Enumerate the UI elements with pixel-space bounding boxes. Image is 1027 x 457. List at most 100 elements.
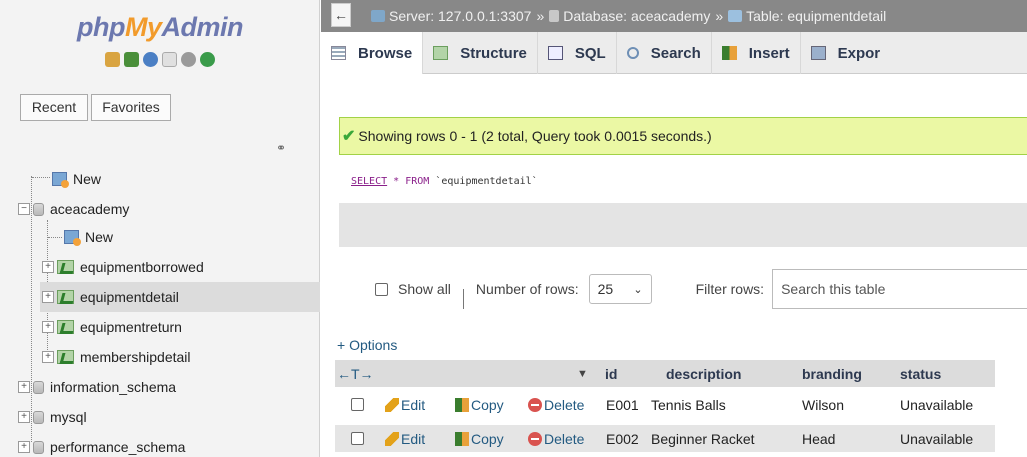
options-link[interactable]: + Options [337,337,397,353]
pencil-icon [385,431,399,446]
table-tabs: Browse Structure SQL Search Insert Expor [321,32,1027,74]
expand-icon[interactable]: + [18,411,30,423]
row-checkbox[interactable] [351,398,364,411]
table-icon [728,10,743,22]
cell-id: E001 [606,396,639,413]
show-all-label: Show all [398,281,451,297]
checkmark-icon: ✔ [342,128,356,145]
table-row: Edit Copy Delete E001 Tennis Balls Wilso… [335,391,995,418]
pencil-icon [385,397,399,412]
tab-export[interactable]: Expor [801,32,891,74]
breadcrumb-table[interactable]: Table: equipmentdetail [746,8,886,24]
reload-icon[interactable] [200,52,215,67]
tree-item-new-table[interactable]: New [48,222,113,252]
table-icon [57,290,74,304]
column-header-description[interactable]: description [666,360,741,387]
database-icon [33,202,44,216]
tree-item-mysql[interactable]: + mysql [18,402,87,432]
tree-item-membershipdetail[interactable]: + membershipdetail [42,342,191,372]
main-panel: ← Server: 127.0.0.1:3307 » Database: ace… [321,0,1027,457]
structure-icon [433,46,449,60]
browse-icon [331,46,346,60]
logout-icon[interactable] [124,52,139,67]
delete-link[interactable]: Delete [528,391,584,418]
copy-icon [455,431,469,446]
filter-label: Filter rows: [695,281,765,297]
tab-search[interactable]: Search [617,32,712,74]
tab-browse[interactable]: Browse [321,32,424,74]
phpmyadmin-logo[interactable]: phpMyAdmin [0,12,320,43]
table-header-row: ←T→ ▼ id description branding status [335,360,995,387]
breadcrumb: Server: 127.0.0.1:3307 » Database: aceac… [371,0,886,32]
database-icon [549,10,560,22]
top-breadcrumb-bar: ← Server: 127.0.0.1:3307 » Database: ace… [321,0,1027,32]
copy-link[interactable]: Copy [455,425,504,452]
sort-dropdown-icon[interactable]: ▼ [577,360,588,387]
recent-button[interactable]: Recent [20,94,88,121]
column-header-id[interactable]: id [605,360,617,387]
navigation-sidebar: phpMyAdmin Recent Favorites ⚭ New − acea… [0,0,320,457]
cell-description: Tennis Balls [651,396,726,413]
docs-icon[interactable] [162,52,177,67]
column-header-status[interactable]: status [900,360,941,387]
delete-link[interactable]: Delete [528,425,584,452]
filter-rows-input[interactable]: Search this table [772,269,1027,309]
expand-icon[interactable]: + [42,291,54,303]
expand-icon[interactable]: + [42,261,54,273]
tree-item-new[interactable]: New [32,164,101,194]
sql-select-keyword[interactable]: SELECT [351,176,387,187]
home-icon[interactable] [105,52,120,67]
sql-icon [547,46,563,60]
tab-sql[interactable]: SQL [538,32,617,74]
edit-link[interactable]: Edit [385,391,425,418]
rows-label: Number of rows: [475,281,579,297]
link-icon[interactable]: ⚭ [276,141,286,155]
table-navigation-controls: Show all Number of rows: 25 ⌄ Filter row… [339,269,1027,309]
tree-item-performance-schema[interactable]: + performance_schema [18,432,185,457]
tree-item-aceacademy[interactable]: − aceacademy [18,194,129,224]
table-icon [57,260,74,274]
expand-icon[interactable]: + [18,381,30,393]
breadcrumb-server[interactable]: Server: 127.0.0.1:3307 [389,8,531,24]
search-icon [626,47,639,59]
table-icon [57,350,74,364]
row-checkbox[interactable] [351,432,364,445]
server-icon [371,10,385,22]
tree-item-equipmentreturn[interactable]: + equipmentreturn [42,312,182,342]
divider [462,289,464,309]
table-row: Edit Copy Delete E002 Beginner Racket He… [335,425,995,452]
column-nav-arrows[interactable]: ←T→ [337,360,374,387]
settings-icon[interactable] [181,52,196,67]
copy-link[interactable]: Copy [455,391,504,418]
database-icon [33,380,44,394]
show-all-checkbox[interactable] [375,282,388,296]
rows-per-page-select[interactable]: 25 ⌄ [588,274,652,304]
help-icon[interactable] [143,52,158,67]
table-icon [57,320,74,334]
chevron-down-icon: ⌄ [633,283,643,296]
breadcrumb-database[interactable]: Database: aceacademy [563,8,710,24]
expand-icon[interactable]: + [42,321,54,333]
success-message: ✔ Showing rows 0 - 1 (2 total, Query too… [339,117,1027,155]
tree-item-equipmentdetail[interactable]: + equipmentdetail [40,282,320,312]
expand-icon[interactable]: + [42,351,54,363]
tab-insert[interactable]: Insert [712,32,801,74]
collapse-icon[interactable]: − [18,203,30,215]
cell-branding: Head [802,430,836,447]
database-icon [33,440,44,454]
delete-icon [528,431,542,446]
cell-description: Beginner Racket [651,430,755,447]
column-header-branding[interactable]: branding [802,360,862,387]
cell-id: E002 [606,430,639,447]
export-icon [810,46,826,60]
edit-link[interactable]: Edit [385,425,425,452]
database-icon [33,410,44,424]
tab-structure[interactable]: Structure [423,32,538,74]
expand-icon[interactable]: + [18,441,30,453]
favorites-button[interactable]: Favorites [91,94,171,121]
cell-status: Unavailable [900,396,974,413]
collapse-sidebar-button[interactable]: ← [331,3,351,27]
tree-item-equipmentborrowed[interactable]: + equipmentborrowed [42,252,204,282]
tree-item-information-schema[interactable]: + information_schema [18,372,176,402]
sidebar-toolbar [0,52,320,67]
